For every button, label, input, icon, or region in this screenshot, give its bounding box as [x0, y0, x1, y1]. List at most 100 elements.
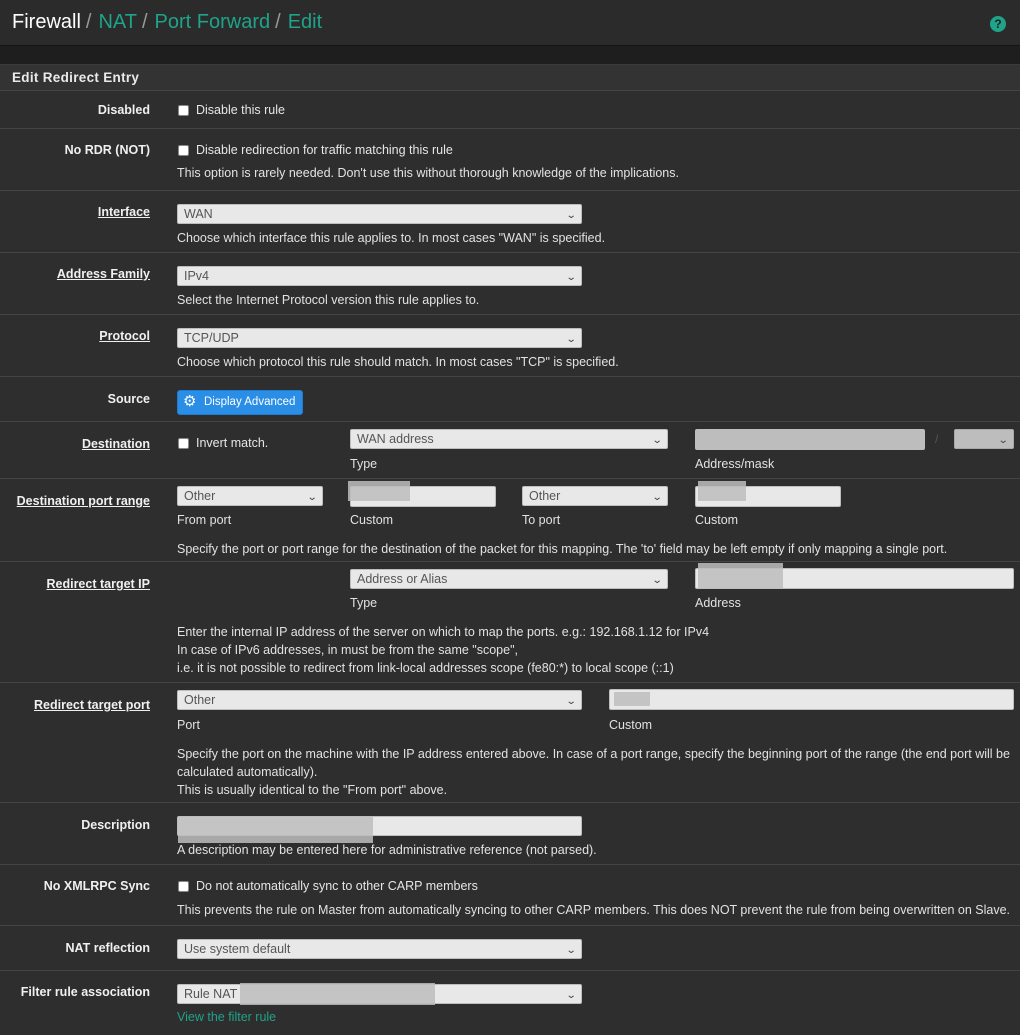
- redirect-ip-type-caption: Type: [350, 596, 378, 610]
- panel-title: Edit Redirect Entry: [0, 65, 1020, 91]
- description-label: Description: [81, 818, 150, 832]
- from-port-value: Other: [184, 489, 216, 503]
- nat-reflection-label: NAT reflection: [65, 941, 151, 955]
- source-label: Source: [107, 392, 150, 406]
- breadcrumb-port-forward[interactable]: Port Forward: [155, 11, 271, 34]
- redirect-ip-address-input[interactable]: [695, 563, 1014, 589]
- from-port-custom-caption: Custom: [350, 513, 394, 527]
- edit-redirect-panel: Edit Redirect Entry Disabled Disable thi…: [0, 64, 1020, 1035]
- nordr-checkbox[interactable]: [178, 145, 189, 156]
- address-family-select[interactable]: IPv4 ⌄: [177, 266, 582, 286]
- redacted-value: [178, 817, 373, 843]
- redirect-port-help-2: calculated automatically).: [177, 765, 318, 779]
- description-input[interactable]: [177, 816, 582, 843]
- row-source: Source ⚙ Display Advanced: [0, 377, 1020, 422]
- row-xmlrpc: No XMLRPC Sync Do not automatically sync…: [0, 865, 1020, 926]
- to-port-custom-input[interactable]: [695, 481, 841, 507]
- breadcrumb: Firewall / NAT / Port Forward / Edit ?: [0, 0, 1020, 46]
- destination-type-value: WAN address: [357, 432, 434, 446]
- row-destination: Destination Invert match. WAN address ⌄ …: [0, 422, 1020, 479]
- chevron-down-icon: ⌄: [306, 492, 318, 503]
- redirect-port-label: Redirect target port: [34, 698, 150, 712]
- breadcrumb-firewall[interactable]: Firewall: [12, 11, 81, 34]
- redirect-ip-address-caption: Address: [695, 596, 741, 610]
- chevron-down-icon: ⌄: [565, 945, 577, 956]
- redirect-ip-type-value: Address or Alias: [357, 572, 448, 586]
- chevron-down-icon: ⌄: [565, 990, 577, 1001]
- chevron-down-icon: ⌄: [997, 435, 1009, 446]
- display-advanced-button[interactable]: ⚙ Display Advanced: [177, 390, 304, 415]
- description-help: A description may be entered here for ad…: [177, 843, 597, 857]
- chevron-down-icon: ⌄: [565, 272, 577, 283]
- protocol-label: Protocol: [99, 329, 150, 343]
- to-port-select[interactable]: Other ⌄: [522, 486, 668, 506]
- chevron-down-icon: ⌄: [565, 696, 577, 707]
- redirect-ip-help-2: In case of IPv6 addresses, in must be fr…: [177, 643, 518, 657]
- spacer: [0, 46, 1020, 64]
- protocol-help: Choose which protocol this rule should m…: [177, 355, 619, 369]
- redacted-value: [614, 692, 650, 706]
- destination-address-input[interactable]: [695, 429, 925, 450]
- nat-reflection-select[interactable]: Use system default ⌄: [177, 939, 582, 959]
- address-family-select-value: IPv4: [184, 269, 210, 283]
- invert-match-checkbox[interactable]: [178, 438, 189, 449]
- chevron-down-icon: ⌄: [651, 435, 663, 446]
- help-icon[interactable]: ?: [990, 16, 1006, 32]
- disabled-checkbox[interactable]: [178, 105, 189, 116]
- redacted-value: [348, 481, 410, 501]
- dest-port-range-label: Destination port range: [16, 494, 150, 508]
- redirect-port-custom-caption: Custom: [609, 718, 653, 732]
- redacted-value: [698, 563, 783, 589]
- filter-assoc-value: Rule NAT: [184, 987, 238, 1001]
- filter-assoc-label: Filter rule association: [20, 985, 150, 999]
- breadcrumb-nat[interactable]: NAT: [98, 11, 137, 34]
- mask-separator: /: [935, 432, 939, 446]
- interface-help: Choose which interface this rule applies…: [177, 231, 606, 245]
- filter-assoc-select[interactable]: Rule NAT ⌄: [177, 983, 582, 1005]
- to-port-custom-caption: Custom: [695, 513, 739, 527]
- redirect-ip-label: Redirect target IP: [46, 577, 150, 591]
- xmlrpc-label: No XMLRPC Sync: [43, 879, 150, 893]
- redirect-port-value: Other: [184, 693, 216, 707]
- breadcrumb-edit[interactable]: Edit: [288, 11, 322, 34]
- nordr-label: No RDR (NOT): [64, 143, 150, 157]
- chevron-down-icon: ⌄: [565, 334, 577, 345]
- row-dest-port-range: Destination port range Other ⌄ From port…: [0, 479, 1020, 562]
- redacted-value: [240, 983, 435, 1005]
- row-interface: Interface WAN ⌄ Choose which interface t…: [0, 191, 1020, 253]
- redirect-port-select[interactable]: Other ⌄: [177, 690, 582, 710]
- destination-label: Destination: [81, 437, 150, 451]
- address-family-help: Select the Internet Protocol version thi…: [177, 293, 480, 307]
- from-port-select[interactable]: Other ⌄: [177, 486, 323, 506]
- xmlrpc-help: This prevents the rule on Master from au…: [177, 903, 1011, 917]
- row-nordr: No RDR (NOT) Disable redirection for tra…: [0, 129, 1020, 191]
- redirect-ip-help-3: i.e. it is not possible to redirect from…: [177, 661, 674, 675]
- interface-label: Interface: [97, 205, 150, 219]
- nordr-checkbox-label: Disable redirection for traffic matching…: [196, 143, 453, 157]
- redirect-port-caption: Port: [177, 718, 200, 732]
- breadcrumb-separator: /: [275, 11, 281, 33]
- row-disabled: Disabled Disable this rule: [0, 91, 1020, 129]
- row-description: Description A description may be entered…: [0, 803, 1020, 865]
- interface-select[interactable]: WAN ⌄: [177, 204, 582, 224]
- address-family-label: Address Family: [56, 267, 150, 281]
- redirect-port-custom-input[interactable]: [609, 689, 1014, 710]
- from-port-custom-input[interactable]: [348, 481, 496, 507]
- protocol-select-value: TCP/UDP: [184, 331, 239, 345]
- chevron-down-icon: ⌄: [651, 492, 663, 503]
- row-redirect-ip: Redirect target IP Address or Alias ⌄ Ty…: [0, 562, 1020, 683]
- redirect-ip-type-select[interactable]: Address or Alias ⌄: [350, 569, 668, 589]
- xmlrpc-checkbox[interactable]: [178, 881, 189, 892]
- row-protocol: Protocol TCP/UDP ⌄ Choose which protocol…: [0, 315, 1020, 377]
- destination-mask-select[interactable]: ⌄: [954, 429, 1014, 449]
- dest-port-range-help: Specify the port or port range for the d…: [177, 542, 948, 556]
- destination-address-caption: Address/mask: [695, 457, 775, 471]
- redirect-port-help-1: Specify the port on the machine with the…: [177, 747, 1010, 761]
- view-filter-rule-link[interactable]: View the filter rule: [177, 1010, 276, 1024]
- disabled-checkbox-label: Disable this rule: [196, 103, 285, 117]
- protocol-select[interactable]: TCP/UDP ⌄: [177, 328, 582, 348]
- redirect-ip-help-1: Enter the internal IP address of the ser…: [177, 625, 710, 639]
- destination-type-select[interactable]: WAN address ⌄: [350, 429, 668, 449]
- redacted-value: [698, 481, 746, 501]
- from-port-caption: From port: [177, 513, 232, 527]
